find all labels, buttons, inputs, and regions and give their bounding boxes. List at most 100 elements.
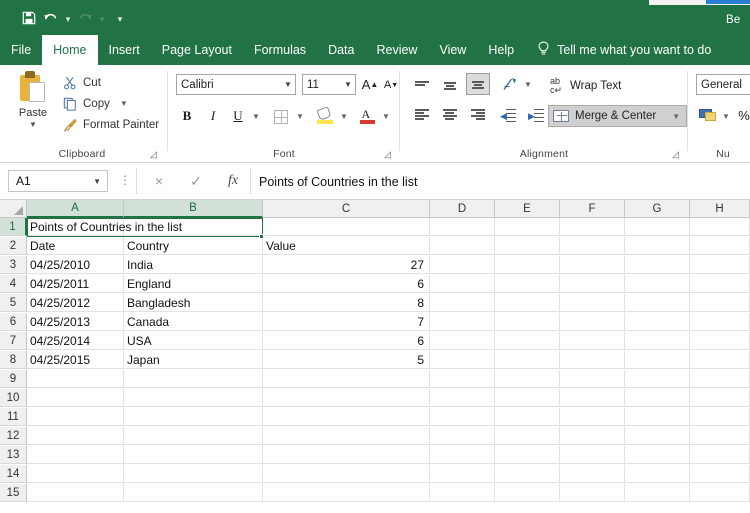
grid-cell-empty[interactable] [495, 389, 560, 407]
grid-cell-empty[interactable] [625, 275, 690, 293]
cancel-entry-icon[interactable]: × [148, 171, 170, 191]
column-header-d[interactable]: D [430, 200, 495, 218]
copy-button[interactable]: Copy ▼ [62, 96, 128, 111]
column-header-c[interactable]: C [263, 200, 430, 218]
grid-cell-empty[interactable] [690, 275, 750, 293]
grid-cell-empty[interactable] [495, 256, 560, 274]
align-middle-icon[interactable] [440, 77, 460, 93]
decrease-indent-icon[interactable]: ◀ [498, 107, 518, 123]
formula-input[interactable]: Points of Countries in the list [259, 171, 746, 192]
grid-cell-empty[interactable] [495, 294, 560, 312]
format-painter-button[interactable]: Format Painter [62, 117, 159, 132]
cell-b6[interactable]: Canada [124, 313, 263, 331]
grid-cell-empty[interactable] [560, 389, 625, 407]
grid-cell-empty[interactable] [430, 484, 495, 502]
confirm-entry-icon[interactable]: ✓ [185, 171, 207, 191]
row-header-13[interactable]: 13 [0, 446, 27, 464]
grid-cell-empty[interactable] [430, 313, 495, 331]
grid-cell-empty[interactable] [625, 218, 690, 236]
merge-center-button[interactable]: Merge & Center ▼ [548, 105, 688, 127]
grid-cell-empty[interactable] [690, 370, 750, 388]
cell-c5[interactable]: 8 [263, 294, 430, 312]
grid-cell-empty[interactable] [690, 294, 750, 312]
grid-cell-empty[interactable] [560, 237, 625, 255]
undo-dropdown-icon[interactable]: ▼ [62, 8, 74, 28]
grid-cell-empty[interactable] [560, 313, 625, 331]
grid-cell-empty[interactable] [625, 484, 690, 502]
percent-style-icon[interactable]: % [736, 106, 750, 124]
column-header-a[interactable]: A [27, 200, 124, 218]
row-header-5[interactable]: 5 [0, 294, 27, 312]
cell-c4[interactable]: 6 [263, 275, 430, 293]
grid-cell-empty[interactable] [560, 408, 625, 426]
grid-cell-empty[interactable] [495, 465, 560, 483]
grid-cell-empty[interactable] [430, 370, 495, 388]
orientation-icon[interactable] [500, 75, 520, 93]
grid-cell-empty[interactable] [625, 446, 690, 464]
grid-cell-empty[interactable] [27, 465, 124, 483]
grid-cell-empty[interactable] [495, 237, 560, 255]
wrap-text-button[interactable]: ab c↵ Wrap Text [550, 77, 621, 95]
grid-cell-empty[interactable] [430, 465, 495, 483]
grid-cell-empty[interactable] [27, 484, 124, 502]
cut-button[interactable]: Cut [62, 75, 101, 90]
cell-a6[interactable]: 04/25/2013 [27, 313, 124, 331]
column-header-e[interactable]: E [495, 200, 560, 218]
grid-cell-empty[interactable] [263, 218, 430, 236]
grid-cell-empty[interactable] [124, 465, 263, 483]
font-size-combo[interactable]: 11 ▼ [302, 74, 356, 95]
grid-cell-empty[interactable] [27, 446, 124, 464]
grid-cell-empty[interactable] [263, 446, 430, 464]
grid-cell-empty[interactable] [495, 370, 560, 388]
tab-review[interactable]: Review [365, 35, 428, 65]
paste-button[interactable]: Paste ▼ [10, 71, 56, 139]
font-name-combo[interactable]: Calibri ▼ [176, 74, 296, 95]
row-header-2[interactable]: 2 [0, 237, 27, 255]
grid-cell-empty[interactable] [430, 256, 495, 274]
align-top-icon[interactable] [412, 77, 432, 93]
row-header-14[interactable]: 14 [0, 465, 27, 483]
column-header-g[interactable]: G [625, 200, 690, 218]
number-format-combo[interactable]: General [696, 74, 750, 95]
grid-cell-empty[interactable] [430, 294, 495, 312]
fill-handle[interactable] [259, 234, 264, 239]
cell-b3[interactable]: India [124, 256, 263, 274]
cell-a5[interactable]: 04/25/2012 [27, 294, 124, 312]
grid-cell-empty[interactable] [690, 237, 750, 255]
grid-cell-empty[interactable] [495, 351, 560, 369]
row-header-11[interactable]: 11 [0, 408, 27, 426]
grid-cell-empty[interactable] [27, 427, 124, 445]
cell-c3[interactable]: 27 [263, 256, 430, 274]
row-header-15[interactable]: 15 [0, 484, 27, 502]
insert-function-icon[interactable]: fx [222, 171, 244, 191]
row-header-8[interactable]: 8 [0, 351, 27, 369]
customize-qat-icon[interactable]: ▾ [114, 8, 126, 28]
accounting-format-icon[interactable] [698, 107, 718, 123]
font-size-dropdown-icon[interactable]: ▼ [341, 80, 355, 89]
cell-a2[interactable]: Date [27, 237, 124, 255]
tab-page-layout[interactable]: Page Layout [151, 35, 243, 65]
merge-center-dropdown-icon[interactable]: ▼ [672, 112, 680, 121]
tab-formulas[interactable]: Formulas [243, 35, 317, 65]
grow-font-icon[interactable]: A ▲ [361, 75, 379, 94]
bold-button[interactable]: B [178, 106, 196, 126]
grid-cell-empty[interactable] [495, 275, 560, 293]
grid-cell-empty[interactable] [263, 427, 430, 445]
grid-cell-empty[interactable] [690, 389, 750, 407]
grid-cell-empty[interactable] [430, 218, 495, 236]
column-header-h[interactable]: H [690, 200, 750, 218]
grid-cell-empty[interactable] [560, 446, 625, 464]
font-dialog-launcher-icon[interactable]: ◿ [384, 149, 394, 159]
grid-cell-empty[interactable] [560, 218, 625, 236]
align-right-icon[interactable] [468, 107, 488, 123]
grid-cell-empty[interactable] [625, 256, 690, 274]
tab-data[interactable]: Data [317, 35, 365, 65]
grid-cell-empty[interactable] [495, 408, 560, 426]
cell-a4[interactable]: 04/25/2011 [27, 275, 124, 293]
grid-cell-empty[interactable] [560, 370, 625, 388]
cell-c6[interactable]: 7 [263, 313, 430, 331]
fill-color-dropdown-icon[interactable]: ▼ [338, 109, 350, 123]
name-box-dropdown-icon[interactable]: ▼ [93, 177, 101, 186]
grid-cell-empty[interactable] [690, 313, 750, 331]
grid-cell-empty[interactable] [625, 465, 690, 483]
